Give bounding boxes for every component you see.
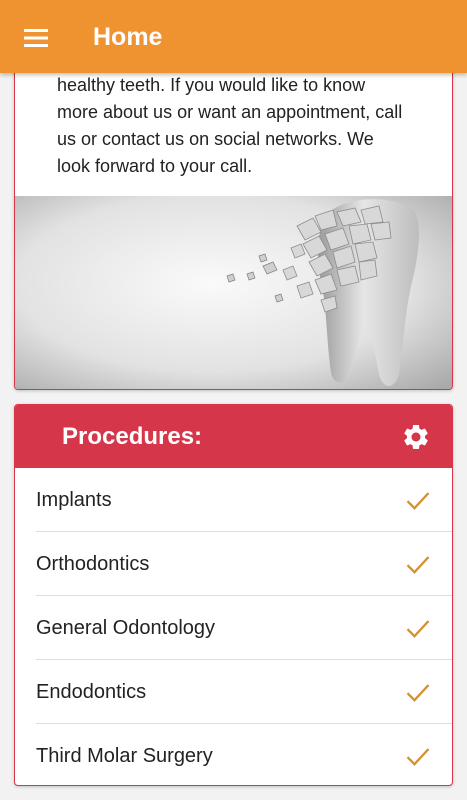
list-item[interactable]: Orthodontics <box>36 532 452 596</box>
checkmark-icon <box>404 614 432 642</box>
about-card: healthy teeth. If you would like to know… <box>14 60 453 390</box>
procedures-header: Procedures: <box>15 405 452 468</box>
procedures-card: Procedures: Implants Orthodontics Genera… <box>14 404 453 786</box>
procedures-list: Implants Orthodontics General Odontology… <box>36 468 452 785</box>
list-item[interactable]: General Odontology <box>36 596 452 660</box>
list-item[interactable]: Third Molar Surgery <box>36 724 452 785</box>
procedures-title: Procedures: <box>62 423 203 450</box>
list-item[interactable]: Implants <box>36 468 452 532</box>
procedure-label: Endodontics <box>36 681 147 703</box>
hamburger-menu-icon[interactable] <box>14 16 58 60</box>
checkmark-icon <box>404 678 432 706</box>
procedure-label: Implants <box>36 489 112 511</box>
checkmark-icon <box>404 742 432 770</box>
procedure-label: Orthodontics <box>36 553 150 575</box>
app-bar: Home <box>0 0 467 73</box>
shattered-tooth-image <box>15 196 452 389</box>
procedure-label: General Odontology <box>36 617 216 639</box>
checkmark-icon <box>404 486 432 514</box>
list-item[interactable]: Endodontics <box>36 660 452 724</box>
checkmark-icon <box>404 550 432 578</box>
intro-text: healthy teeth. If you would like to know… <box>57 75 403 176</box>
procedure-label: Third Molar Surgery <box>36 745 213 767</box>
gear-icon[interactable] <box>401 422 431 452</box>
page-title: Home <box>93 23 163 51</box>
